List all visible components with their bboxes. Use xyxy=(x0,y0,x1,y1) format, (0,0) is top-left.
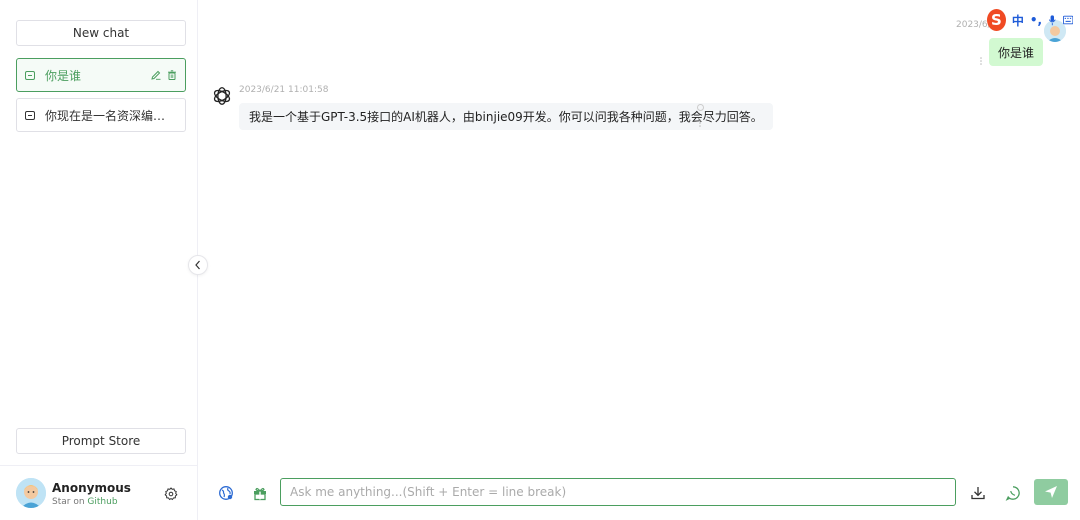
prompt-store-button[interactable]: Prompt Store xyxy=(16,428,186,454)
avatar xyxy=(16,478,46,508)
input-bar xyxy=(199,478,1080,508)
chat-app: New chat 你是谁 你现在是一名资深编辑，... Prompt Store… xyxy=(0,0,1080,520)
chat-item-active[interactable]: 你是谁 xyxy=(16,58,186,92)
edit-icon[interactable] xyxy=(151,70,161,80)
new-chat-button[interactable]: New chat xyxy=(16,20,186,46)
more-options-icon[interactable] xyxy=(979,56,983,66)
trash-icon[interactable] xyxy=(167,70,177,80)
avatar-illustration-icon xyxy=(16,478,46,508)
message-icon xyxy=(25,110,35,120)
chat-main: 2023/6/ 你是谁 S 中 •, 2023/6/21 11:01:58 我是… xyxy=(199,0,1080,520)
gear-icon[interactable] xyxy=(164,487,178,501)
keyboard-icon[interactable] xyxy=(1062,15,1073,25)
star-on-label: Star on xyxy=(52,497,85,507)
ime-toolbar[interactable]: S 中 •, xyxy=(987,8,1073,32)
chat-item-actions xyxy=(151,70,177,80)
send-button[interactable] xyxy=(1034,479,1068,505)
user-message-bubble: 你是谁 xyxy=(989,38,1044,66)
more-options-icon[interactable] xyxy=(698,118,702,128)
ime-punctuation[interactable]: •, xyxy=(1030,13,1042,27)
user-subtitle: Star on Github xyxy=(52,497,118,507)
user-info: Anonymous Star on Github xyxy=(0,465,198,520)
sogou-logo-icon[interactable]: S xyxy=(987,9,1006,31)
sidebar: New chat 你是谁 你现在是一名资深编辑，... Prompt Store… xyxy=(0,0,198,520)
chat-bubble-icon[interactable] xyxy=(1005,485,1021,501)
microphone-icon[interactable] xyxy=(1048,14,1057,27)
globe-icon[interactable] xyxy=(218,485,234,501)
bot-message-bubble: 我是一个基于GPT-3.5接口的AI机器人，由binjie09开发。你可以问我各… xyxy=(239,103,773,130)
ime-mode-label[interactable]: 中 xyxy=(1012,12,1024,29)
user-name: Anonymous xyxy=(52,481,131,495)
send-icon xyxy=(1045,486,1057,498)
github-link[interactable]: Github xyxy=(87,497,117,507)
copy-icon[interactable] xyxy=(697,104,704,111)
openai-logo-icon xyxy=(213,87,231,105)
bot-message-timestamp: 2023/6/21 11:01:58 xyxy=(239,85,329,95)
chat-item-label: 你现在是一名资深编辑，... xyxy=(45,108,177,123)
gift-icon[interactable] xyxy=(252,485,268,501)
prompt-input[interactable] xyxy=(280,478,956,506)
user-message-timestamp: 2023/6/ xyxy=(956,20,991,30)
download-icon[interactable] xyxy=(970,485,986,501)
chat-item[interactable]: 你现在是一名资深编辑，... xyxy=(16,98,186,132)
chat-item-label: 你是谁 xyxy=(45,68,82,83)
message-icon xyxy=(25,70,35,80)
